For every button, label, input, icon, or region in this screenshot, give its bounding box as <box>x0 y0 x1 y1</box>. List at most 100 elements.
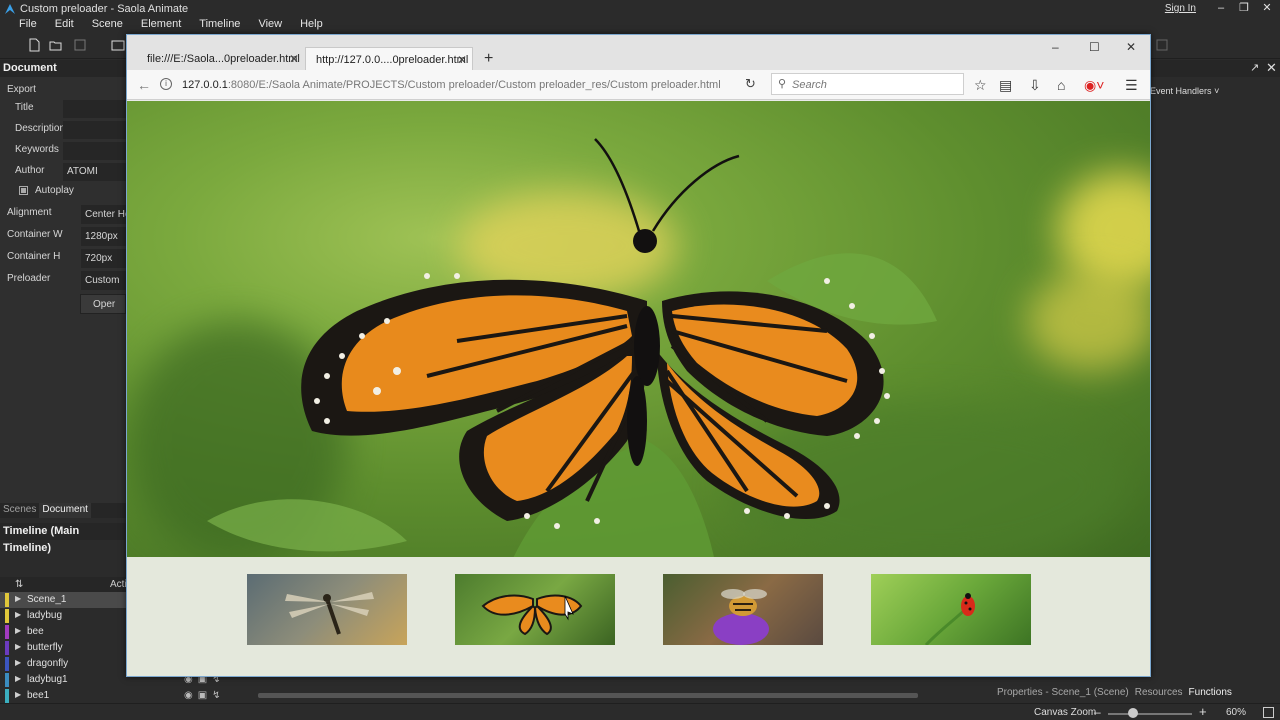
container-w-label: Container W <box>7 229 63 240</box>
tab-scenes[interactable]: Scenes <box>0 503 39 518</box>
container-w-value: 1280px <box>85 231 118 242</box>
timeline-header: Timeline (Main Timeline) <box>0 523 126 554</box>
zoom-out-icon[interactable]: – <box>1094 705 1101 719</box>
expand-arrow-icon[interactable]: ▶ <box>15 594 21 603</box>
new-file-icon[interactable] <box>27 38 41 52</box>
layer-color-swatch <box>5 673 9 687</box>
preloader-row: Preloader Custom <box>0 271 126 290</box>
expand-icon[interactable]: ↗ <box>1250 61 1259 74</box>
keywords-row: Keywords <box>0 142 126 160</box>
preview-icon[interactable] <box>111 38 125 52</box>
tab-close-icon[interactable]: ✕ <box>289 52 299 66</box>
timeline-scroll-thumb[interactable] <box>258 693 918 698</box>
browser-maximize-icon[interactable]: ☐ <box>1089 40 1100 54</box>
zoom-slider-track[interactable] <box>1108 713 1192 715</box>
right-panel <box>1150 60 1280 680</box>
tab-properties[interactable]: Properties - Scene_1 (Scene) <box>994 687 1132 701</box>
dragonfly-icon <box>285 592 374 635</box>
layer-name: ladybug1 <box>27 674 68 685</box>
container-h-row: Container H 720px <box>0 249 126 268</box>
container-h-label: Container H <box>7 251 61 262</box>
bookmark-star-icon[interactable]: ☆ <box>974 77 987 94</box>
layer-row[interactable]: ▶ bee1 ◉▣↯ <box>0 688 245 704</box>
download-icon[interactable]: ⇩ <box>1029 77 1041 94</box>
search-input[interactable]: ⚲ Search <box>771 73 964 95</box>
expand-arrow-icon[interactable]: ▶ <box>15 610 21 619</box>
browser-close-icon[interactable]: ✕ <box>1126 40 1136 54</box>
toolbar-extra-icon[interactable] <box>1155 38 1169 52</box>
butterfly-illustration <box>207 138 937 557</box>
back-icon[interactable]: ← <box>137 77 151 93</box>
reading-list-icon[interactable]: ▤ <box>999 77 1012 94</box>
thumbnail-dragonfly[interactable] <box>247 574 407 645</box>
timeline-scrollbar[interactable] <box>246 690 980 700</box>
save-icon[interactable] <box>73 38 87 52</box>
menu-timeline[interactable]: Timeline <box>190 17 249 33</box>
browser-tab-http[interactable]: http://127.0.0....0preloader.html ✕ <box>305 47 473 70</box>
menu-scene[interactable]: Scene <box>83 17 132 33</box>
home-icon[interactable]: ⌂ <box>1057 77 1065 93</box>
fit-canvas-icon[interactable] <box>1263 707 1274 718</box>
canvas-zoom-label: Canvas Zoom <box>1034 707 1097 718</box>
thumbnail-ladybug[interactable] <box>871 574 1031 645</box>
title-field[interactable] <box>63 100 126 118</box>
expand-arrow-icon[interactable]: ▶ <box>15 658 21 667</box>
event-handlers-dropdown[interactable]: Event Handlers ˅ <box>1150 86 1220 100</box>
description-field[interactable] <box>63 121 126 139</box>
layer-color-swatch <box>5 657 9 671</box>
browser-minimize-icon[interactable]: – <box>1052 40 1059 54</box>
menu-file[interactable]: File <box>10 17 46 33</box>
layer-name: dragonfly <box>27 658 69 669</box>
tab-functions[interactable]: Functions <box>1186 687 1235 701</box>
open-folder-icon[interactable] <box>49 38 63 52</box>
layer-color-swatch <box>5 641 9 655</box>
menu-edit[interactable]: Edit <box>46 17 83 33</box>
tab-close-icon[interactable]: ✕ <box>457 53 467 67</box>
close-icon[interactable]: ✕ <box>1256 1 1278 16</box>
hamburger-menu-icon[interactable]: ☰ <box>1125 77 1138 94</box>
browser-nav-bar: ← i 127.0.0.1:8080/E:/Saola Animate/PROJ… <box>127 70 1150 100</box>
expand-arrow-icon[interactable]: ▶ <box>15 642 21 651</box>
autoplay-label: Autoplay <box>35 185 74 196</box>
thumbnail-bee[interactable] <box>663 574 823 645</box>
expand-arrow-icon[interactable]: ▶ <box>15 674 21 683</box>
document-panel: Document Export Title Description Keywor… <box>0 60 134 504</box>
url-bar[interactable]: 127.0.0.1:8080/E:/Saola Animate/PROJECTS… <box>182 79 721 91</box>
zoom-in-icon[interactable]: + <box>1199 704 1207 719</box>
author-value: ATOMI <box>67 166 98 177</box>
menu-element[interactable]: Element <box>132 17 190 33</box>
export-row: Export <box>0 82 126 100</box>
collapse-all-icon[interactable]: ⇅ <box>15 579 23 590</box>
title-row: Title <box>0 100 126 118</box>
autoplay-checkbox[interactable] <box>19 186 28 195</box>
thumbnail-butterfly[interactable] <box>455 574 615 645</box>
expand-arrow-icon[interactable]: ▶ <box>15 690 21 699</box>
zoom-slider-knob[interactable] <box>1128 708 1139 718</box>
author-label: Author <box>15 165 45 176</box>
author-row: Author ATOMI <box>0 163 126 181</box>
zoom-value: 60% <box>1226 707 1247 718</box>
sign-in-link[interactable]: Sign In <box>1165 3 1196 14</box>
menu-help[interactable]: Help <box>291 17 332 33</box>
thumbnail-strip <box>127 557 1150 676</box>
minimize-icon[interactable]: – <box>1210 1 1232 16</box>
container-w-row: Container W 1280px <box>0 227 126 246</box>
tab-document[interactable]: Document <box>39 503 91 518</box>
browser-tab-file[interactable]: file:///E:/Saola...0preloader.html ✕ <box>129 47 304 70</box>
browser-tab-strip: file:///E:/Saola...0preloader.html ✕ htt… <box>127 35 1150 70</box>
menu-view[interactable]: View <box>249 17 291 33</box>
info-icon[interactable]: i <box>160 78 172 90</box>
restore-icon[interactable]: ❐ <box>1233 1 1255 16</box>
reload-icon[interactable]: ↻ <box>745 76 756 92</box>
open-preloader-button[interactable]: Oper <box>80 294 126 314</box>
document-panel-header: Document <box>0 60 126 77</box>
layer-visibility-lock-icons[interactable]: ◉▣↯ <box>184 690 226 701</box>
new-tab-icon[interactable]: + <box>484 50 493 68</box>
tab-resources[interactable]: Resources <box>1132 687 1186 701</box>
keywords-field[interactable] <box>63 142 126 160</box>
expand-arrow-icon[interactable]: ▶ <box>15 626 21 635</box>
adblock-icon[interactable]: ◉˅ <box>1084 77 1104 94</box>
description-label: Description <box>15 123 66 134</box>
alignment-row: Alignment Center Hor <box>0 205 134 224</box>
panel-close-icon[interactable]: ✕ <box>1266 60 1277 76</box>
